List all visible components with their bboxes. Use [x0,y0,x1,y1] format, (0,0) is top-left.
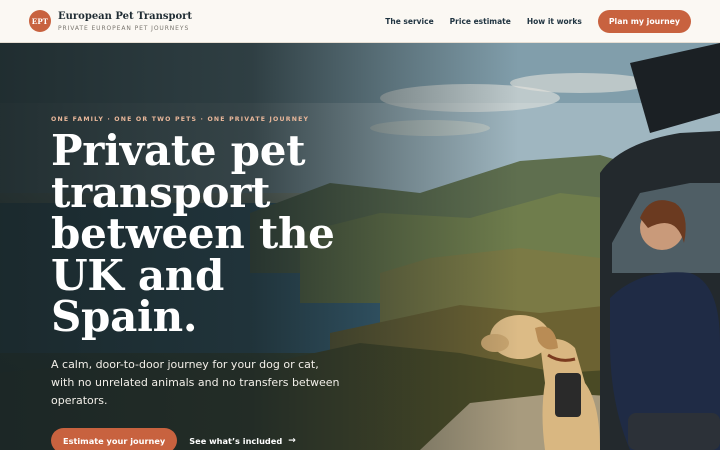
brand-name: European Pet Transport [58,10,193,22]
estimate-journey-button[interactable]: Estimate your journey [51,428,178,450]
hero-headline: Private pet transport between the UK and… [51,126,335,341]
see-included-link[interactable]: See what’s included → [189,436,295,446]
site-header: EPT European Pet Transport PRIVATE EUROP… [0,0,720,43]
hero-eyebrow: ONE FAMILY · ONE OR TWO PETS · ONE PRIVA… [51,116,310,123]
main-nav: The service Price estimate How it works … [385,9,691,33]
arrow-right-icon: → [288,435,296,446]
logo-icon[interactable]: EPT [29,10,51,32]
brand[interactable]: European Pet Transport PRIVATE EUROPEAN … [58,10,192,33]
hero: ONE FAMILY · ONE OR TWO PETS · ONE PRIVA… [0,43,720,450]
nav-link-price-estimate[interactable]: Price estimate [450,17,511,26]
see-included-label: See what’s included [189,435,283,446]
hero-actions: Estimate your journey See what’s include… [51,428,296,450]
nav-link-the-service[interactable]: The service [385,17,433,26]
brand-tagline: PRIVATE EUROPEAN PET JOURNEYS [58,24,190,32]
plan-journey-button[interactable]: Plan my journey [597,9,691,33]
nav-link-how-it-works[interactable]: How it works [527,17,582,26]
hero-subtext: A calm, door-to-door journey for your do… [51,358,340,407]
